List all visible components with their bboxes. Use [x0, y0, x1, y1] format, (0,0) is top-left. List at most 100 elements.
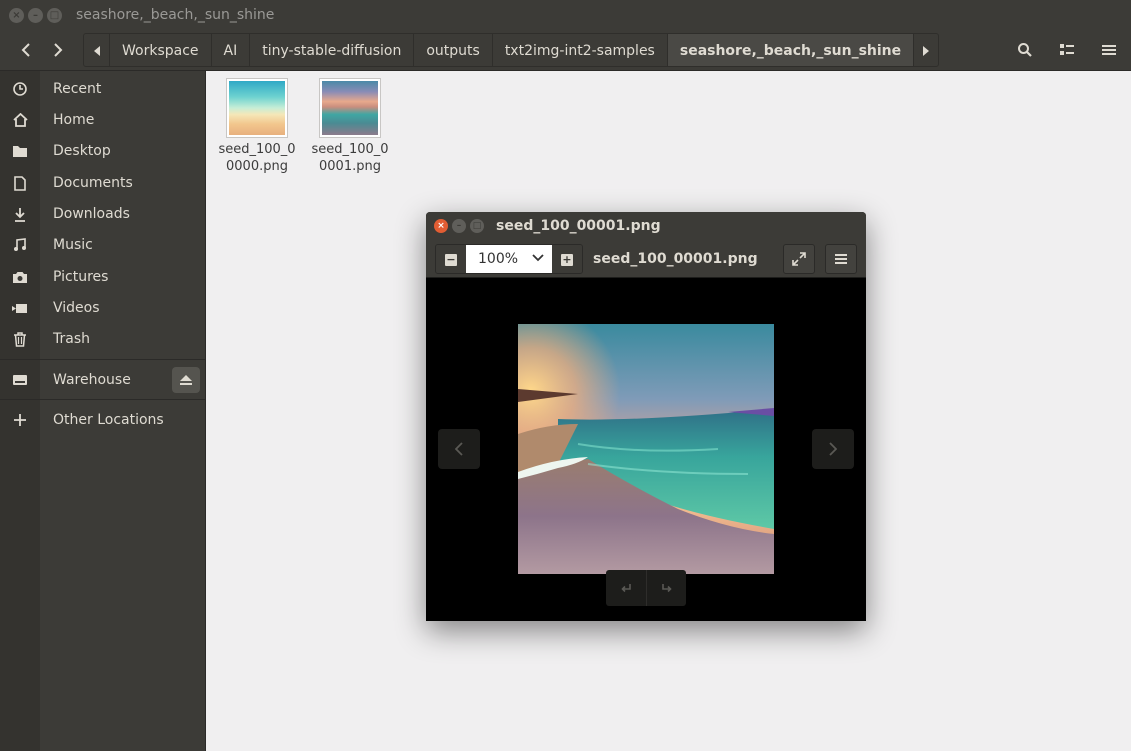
file-item[interactable]: seed_100_00001.png: [310, 78, 390, 175]
triangle-right-icon: [923, 46, 930, 56]
file-name: seed_100_00001.png: [311, 142, 389, 174]
search-icon: [1018, 43, 1032, 57]
menu-button[interactable]: [1091, 34, 1127, 66]
zoom-in-button[interactable]: +: [552, 245, 582, 273]
maximize-window-button[interactable]: □: [47, 7, 62, 23]
chevron-right-icon: [829, 442, 837, 456]
sidebar-item-label: Downloads: [53, 206, 130, 222]
sidebar-item-label: Videos: [53, 300, 100, 316]
download-icon: [0, 207, 40, 222]
sidebar-item-label: Desktop: [53, 143, 111, 159]
plus-icon: +: [561, 253, 573, 266]
list-view-icon: [1060, 44, 1074, 55]
breadcrumb-item[interactable]: txt2img-int2-samples: [491, 34, 667, 66]
clock-icon: [0, 82, 40, 96]
drive-icon: [0, 374, 40, 386]
sidebar-item-label: Other Locations: [53, 412, 164, 428]
sidebar-item-recent[interactable]: Recent: [0, 74, 206, 104]
viewer-close-button[interactable]: ×: [434, 219, 448, 233]
file-item[interactable]: seed_100_00000.png: [217, 78, 297, 175]
viewer-maximize-button[interactable]: □: [470, 219, 484, 233]
breadcrumb-scroll-right-button[interactable]: [913, 34, 938, 66]
window-controls: × – □: [9, 7, 62, 23]
search-button[interactable]: [1007, 34, 1043, 66]
zoom-select[interactable]: 100%: [466, 245, 552, 273]
sidebar-divider: [0, 399, 206, 400]
breadcrumb-item[interactable]: outputs: [413, 34, 491, 66]
file-name: seed_100_00000.png: [218, 142, 296, 174]
breadcrumb-item[interactable]: Workspace: [109, 34, 211, 66]
viewer-menu-button[interactable]: [825, 244, 857, 274]
zoom-out-button[interactable]: −: [436, 245, 466, 273]
rotate-left-button[interactable]: [606, 570, 646, 606]
back-button[interactable]: [10, 34, 41, 66]
viewer-window-controls: × – □: [434, 219, 484, 233]
music-icon: [0, 238, 40, 252]
breadcrumb: Workspace AI tiny-stable-diffusion outpu…: [83, 33, 940, 67]
sidebar-item-documents[interactable]: Documents: [0, 168, 206, 198]
sidebar-item-downloads[interactable]: Downloads: [0, 199, 206, 229]
fullscreen-icon: [792, 252, 806, 266]
sidebar-item-label: Trash: [53, 331, 90, 347]
sidebar-item-home[interactable]: Home: [0, 105, 206, 135]
zoom-value: 100%: [478, 251, 519, 267]
breadcrumb-scroll-left-button[interactable]: [84, 34, 109, 66]
minus-icon: −: [445, 253, 457, 266]
sidebar-item-other-locations[interactable]: Other Locations: [0, 405, 206, 435]
rotate-right-icon: [661, 584, 672, 593]
file-thumbnail: [226, 78, 288, 138]
image-viewer-window: × – □ seed_100_00001.png − 100% + seed_1…: [426, 212, 866, 621]
sidebar-item-label: Warehouse: [53, 372, 131, 388]
viewer-minimize-button[interactable]: –: [452, 219, 466, 233]
beach-image: [518, 324, 774, 574]
sidebar-item-label: Pictures: [53, 269, 109, 285]
breadcrumb-item-current[interactable]: seashore,_beach,_sun_shine: [666, 34, 914, 66]
next-image-button[interactable]: [812, 429, 854, 469]
video-icon: [0, 303, 40, 314]
trash-icon: [0, 331, 40, 347]
minimize-window-button[interactable]: –: [28, 7, 43, 23]
header-bar: Workspace AI tiny-stable-diffusion outpu…: [0, 30, 1131, 71]
sidebar: Recent Home Desktop Documents Downloads …: [0, 71, 206, 751]
viewer-title-bar: × – □ seed_100_00001.png: [426, 212, 866, 240]
sidebar-item-label: Recent: [53, 81, 102, 97]
viewer-title: seed_100_00001.png: [496, 218, 661, 234]
plus-icon: [0, 414, 40, 426]
sidebar-item-label: Documents: [53, 175, 133, 191]
rotate-left-icon: [621, 584, 631, 593]
previous-image-button[interactable]: [438, 429, 480, 469]
document-icon: [0, 175, 40, 191]
hamburger-icon: [835, 254, 847, 264]
window-title: seashore,_beach,_sun_shine: [76, 7, 275, 23]
sidebar-item-label: Home: [53, 112, 95, 128]
hamburger-icon: [1102, 45, 1116, 55]
eject-icon: [180, 374, 192, 385]
view-toggle-button[interactable]: [1049, 34, 1085, 66]
camera-icon: [0, 271, 40, 284]
file-thumbnail: [319, 78, 381, 138]
breadcrumb-item[interactable]: AI: [210, 34, 250, 66]
sidebar-item-label: Music: [53, 237, 93, 253]
triangle-left-icon: [93, 46, 100, 56]
chevron-right-icon: [53, 43, 62, 57]
home-icon: [0, 113, 40, 127]
rotate-controls: [606, 570, 686, 606]
eject-button[interactable]: [172, 367, 200, 393]
sidebar-item-trash[interactable]: Trash: [0, 324, 206, 354]
sidebar-item-warehouse[interactable]: Warehouse: [0, 365, 206, 395]
sidebar-divider: [0, 359, 206, 360]
fullscreen-button[interactable]: [783, 244, 815, 274]
sidebar-item-videos[interactable]: Videos: [0, 293, 206, 323]
zoom-control: − 100% +: [435, 244, 583, 274]
folder-icon: [0, 145, 40, 158]
image-canvas[interactable]: [426, 278, 866, 621]
viewer-toolbar: − 100% + seed_100_00001.png: [426, 240, 866, 278]
title-bar: × – □ seashore,_beach,_sun_shine: [0, 0, 1131, 30]
forward-button[interactable]: [42, 34, 73, 66]
sidebar-item-music[interactable]: Music: [0, 230, 206, 260]
rotate-right-button[interactable]: [646, 570, 686, 606]
sidebar-item-pictures[interactable]: Pictures: [0, 262, 206, 292]
sidebar-item-desktop[interactable]: Desktop: [0, 136, 206, 166]
breadcrumb-item[interactable]: tiny-stable-diffusion: [249, 34, 413, 66]
close-window-button[interactable]: ×: [9, 7, 24, 23]
